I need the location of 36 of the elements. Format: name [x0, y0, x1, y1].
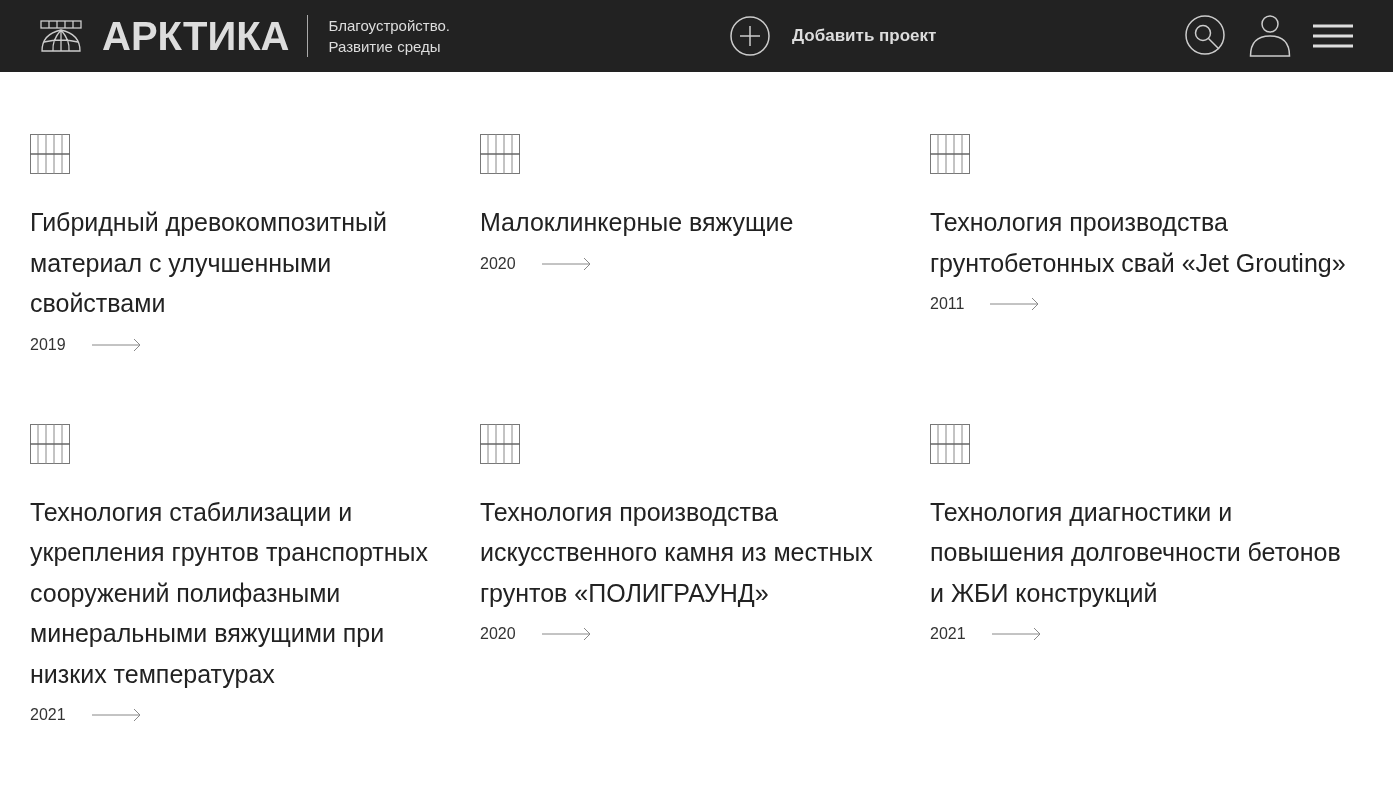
arrow-right-icon[interactable] — [91, 337, 142, 352]
project-title-link[interactable]: Гибридный древокомпозитный материал с улучшенными свойствами — [30, 202, 450, 324]
project-year: 2021 — [930, 625, 966, 643]
search-button[interactable] — [1185, 15, 1227, 57]
menu-icon — [1313, 24, 1353, 48]
user-icon — [1249, 15, 1291, 57]
project-year: 2011 — [930, 295, 965, 313]
grid-icon — [480, 134, 520, 174]
project-title-link[interactable]: Технология диагностики и повышения долговечности бетонов и ЖБИ конструкций — [930, 491, 1350, 613]
user-button[interactable] — [1249, 15, 1291, 57]
project-year: 2020 — [480, 254, 516, 273]
arrow-right-icon[interactable] — [541, 256, 592, 271]
grid-icon — [30, 134, 70, 174]
arrow-right-icon[interactable] — [91, 708, 142, 722]
project-title-link[interactable]: Технология производства искусственного камня из местных грунтов «ПОЛИГРАУНД» — [480, 491, 900, 613]
grid-icon — [30, 423, 70, 464]
plus-circle-icon — [730, 16, 770, 56]
arrow-right-icon[interactable] — [990, 297, 1041, 311]
project-year: 2020 — [480, 625, 516, 643]
grid-icon — [480, 423, 520, 464]
project-year: 2021 — [30, 706, 66, 724]
project-title-link[interactable]: Малоклинкерные вяжущие — [480, 202, 900, 243]
search-icon — [1185, 15, 1227, 57]
tagline: Развитие среды — [328, 37, 442, 57]
tagline: Благоустройство. — [328, 16, 450, 36]
project-title-link[interactable]: Технология стабилизации и укрепления грунтов транспортных сооружений полифазными минеральными вяжущими при низких температурах — [30, 491, 450, 694]
arrow-right-icon[interactable] — [991, 627, 1042, 641]
arrow-right-icon[interactable] — [541, 627, 592, 641]
site-logo[interactable]: АРКТИКА — [102, 15, 309, 57]
project-year: 2019 — [30, 335, 66, 354]
dome-logo-icon — [40, 20, 82, 52]
grid-icon — [930, 134, 970, 174]
project-title-link[interactable]: Технология производства грунтобетонных свай «Jet Grouting» — [930, 202, 1350, 283]
grid-icon — [930, 423, 970, 464]
add-project-button[interactable]: Добавить проект — [730, 16, 937, 56]
menu-button[interactable] — [1313, 24, 1353, 48]
